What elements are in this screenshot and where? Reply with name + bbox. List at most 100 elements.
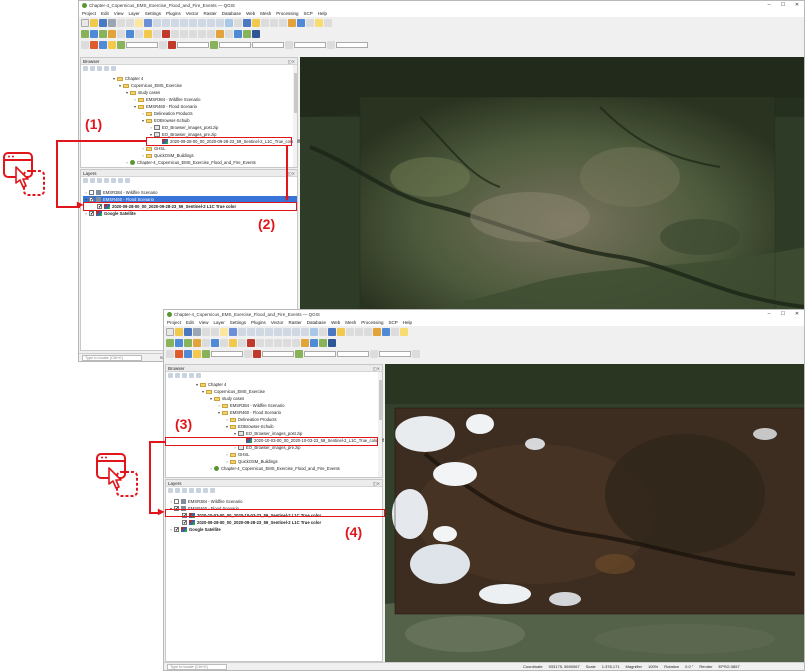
zoom-to-selection-icon[interactable] — [180, 19, 188, 27]
scp-zoom-icon[interactable] — [244, 350, 252, 358]
collapse-all-icon[interactable] — [203, 488, 208, 493]
statistics-icon[interactable] — [382, 328, 390, 336]
scp-dist-input[interactable] — [262, 351, 294, 357]
delete-icon[interactable] — [162, 30, 170, 38]
save-as-icon[interactable] — [193, 328, 201, 336]
collapse-all-icon[interactable] — [118, 178, 123, 183]
refresh-icon[interactable] — [175, 373, 180, 378]
scp-range-input[interactable] — [294, 42, 326, 48]
measure-icon[interactable] — [306, 19, 314, 27]
zoom-to-layer-icon[interactable] — [274, 328, 282, 336]
tree-item[interactable]: ▾ study cases — [124, 89, 160, 96]
add-postgis-icon[interactable] — [126, 30, 134, 38]
layer-item[interactable]: › ✓ Google Satellite — [168, 526, 221, 533]
scp-remove-icon[interactable] — [253, 350, 261, 358]
tree-item[interactable]: ▾ EO_Browser_images_post.zip — [232, 430, 302, 437]
scale-value[interactable]: 1:378,171 — [602, 664, 620, 669]
scp-toolbar-icon[interactable] — [81, 41, 89, 49]
refresh-icon[interactable] — [90, 66, 95, 71]
save-project-icon[interactable] — [99, 19, 107, 27]
redo-icon[interactable] — [207, 30, 215, 38]
menu-settings[interactable]: Settings — [145, 11, 161, 16]
identify-icon[interactable] — [252, 19, 260, 27]
vertex-tool-icon[interactable] — [153, 30, 161, 38]
menu-edit[interactable]: Edit — [186, 320, 194, 325]
cut-icon[interactable] — [256, 339, 264, 347]
zoom-next-icon[interactable] — [216, 19, 224, 27]
scp-rgb-input[interactable] — [126, 42, 158, 48]
refresh-icon[interactable] — [328, 328, 336, 336]
collapse-all-icon[interactable] — [104, 66, 109, 71]
properties-icon[interactable] — [196, 373, 201, 378]
tree-item[interactable]: ▾ EMSR460 - Flood Scenario — [216, 409, 281, 416]
select-icon[interactable] — [346, 328, 354, 336]
zoom-full-icon[interactable] — [171, 19, 179, 27]
pan-icon[interactable] — [135, 19, 143, 27]
menu-web[interactable]: Web — [246, 11, 255, 16]
tree-item[interactable]: ▾ Chapter 4 — [111, 75, 143, 82]
pan-icon[interactable] — [220, 328, 228, 336]
scp-classification-icon[interactable] — [193, 350, 201, 358]
measure-icon[interactable] — [391, 328, 399, 336]
menu-scp[interactable]: SCP — [389, 320, 398, 325]
vertex-tool-icon[interactable] — [238, 339, 246, 347]
refresh-icon[interactable] — [243, 19, 251, 27]
maximize-button[interactable]: ☐ — [776, 310, 790, 319]
menu-project[interactable]: Project — [167, 320, 181, 325]
paste-icon[interactable] — [189, 30, 197, 38]
menu-processing[interactable]: Processing — [276, 11, 298, 16]
filter-icon[interactable] — [97, 66, 102, 71]
cut-icon[interactable] — [171, 30, 179, 38]
open-project-icon[interactable] — [90, 19, 98, 27]
redo-icon[interactable] — [292, 339, 300, 347]
pan-to-selection-icon[interactable] — [229, 328, 237, 336]
layout-manager-icon[interactable] — [211, 328, 219, 336]
label-icon[interactable] — [216, 30, 224, 38]
maximize-button[interactable]: ☐ — [776, 1, 790, 10]
scp-settings-icon[interactable] — [327, 41, 335, 49]
scp-preview-icon[interactable] — [117, 41, 125, 49]
pan-to-selection-icon[interactable] — [144, 19, 152, 27]
add-group-icon[interactable] — [175, 488, 180, 493]
menu-view[interactable]: View — [114, 11, 124, 16]
manage-visibility-icon[interactable] — [97, 178, 102, 183]
scp-remove-icon[interactable] — [168, 41, 176, 49]
save-as-icon[interactable] — [108, 19, 116, 27]
zoom-next-icon[interactable] — [301, 328, 309, 336]
scp-max-input[interactable] — [337, 351, 369, 357]
save-project-icon[interactable] — [184, 328, 192, 336]
text-annotation-icon[interactable] — [324, 19, 332, 27]
tree-item[interactable]: › GHSL — [224, 451, 249, 458]
scp-min-input[interactable] — [219, 42, 251, 48]
copy-icon[interactable] — [180, 30, 188, 38]
panel-float-button[interactable]: ◰✕ — [288, 170, 295, 177]
new-map-view-icon[interactable] — [225, 19, 233, 27]
zoom-last-icon[interactable] — [292, 328, 300, 336]
locator-input[interactable]: Type to locate (Ctrl+K) — [167, 663, 227, 670]
scp-rgb-input[interactable] — [211, 351, 243, 357]
minimize-button[interactable]: – — [762, 310, 776, 319]
menu-settings[interactable]: Settings — [230, 320, 246, 325]
scp-settings-icon[interactable] — [412, 350, 420, 358]
zoom-to-selection-icon[interactable] — [265, 328, 273, 336]
add-layer-icon[interactable] — [83, 66, 88, 71]
deselect-icon[interactable] — [270, 19, 278, 27]
zoom-last-icon[interactable] — [207, 19, 215, 27]
close-button[interactable]: ✕ — [790, 1, 804, 10]
deselect-icon[interactable] — [355, 328, 363, 336]
menu-help[interactable]: Help — [403, 320, 412, 325]
zoom-native-icon[interactable] — [283, 328, 291, 336]
label-pin-icon[interactable] — [225, 30, 233, 38]
zoom-out-icon[interactable] — [247, 328, 255, 336]
tree-item[interactable]: › GHSL — [140, 145, 165, 152]
print-layout-icon[interactable] — [117, 19, 125, 27]
tree-item[interactable]: › EO_Browser_images_post.zip — [148, 124, 218, 131]
menu-web[interactable]: Web — [331, 320, 340, 325]
menu-layer[interactable]: Layer — [128, 11, 139, 16]
select-icon[interactable] — [261, 19, 269, 27]
scp-min-input[interactable] — [304, 351, 336, 357]
temporal-controller-icon[interactable] — [234, 19, 242, 27]
tree-item[interactable]: › Delineation Products — [224, 416, 276, 423]
identify-icon[interactable] — [337, 328, 345, 336]
layer-item[interactable]: ✓ 2020-09-28-00_00_2020-09-28-23_59_Senti… — [176, 519, 321, 526]
